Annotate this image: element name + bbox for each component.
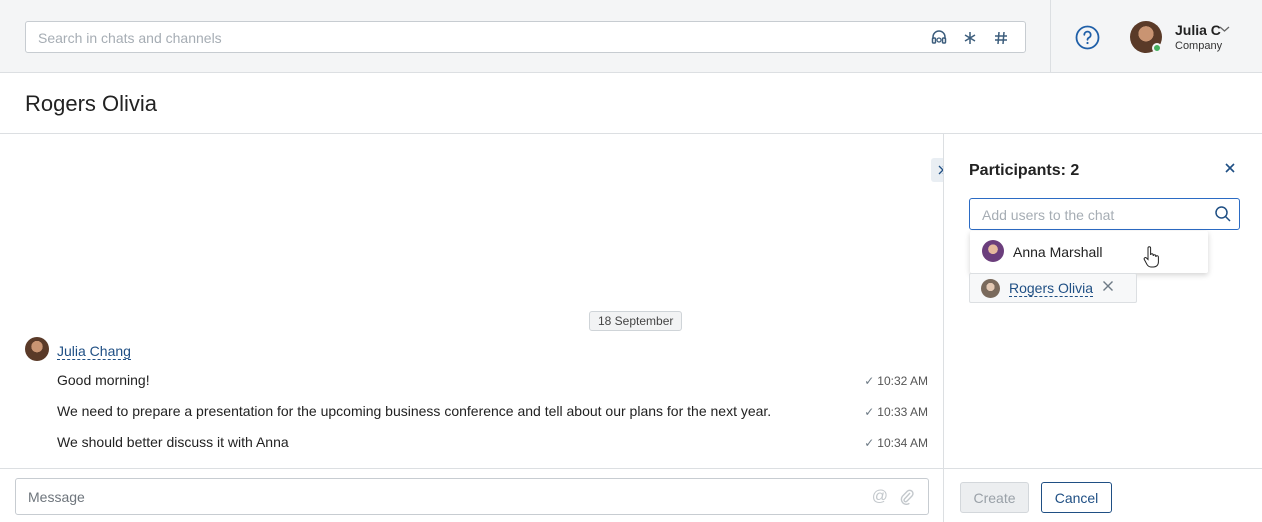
message-time: ✓ 10:32 AM [864, 374, 928, 388]
search-icons [928, 27, 1011, 48]
suggestion-avatar [982, 240, 1004, 262]
date-separator: 18 September [589, 311, 683, 331]
composer-icons: @ [872, 488, 914, 510]
add-users-input[interactable]: Add users to the chat [969, 198, 1240, 230]
message-text: We should better discuss it with Anna [57, 434, 289, 450]
help-icon[interactable] [1075, 25, 1100, 50]
panel-title: Participants: 2 [969, 162, 1080, 179]
user-suggestion-item[interactable]: Anna Marshall [970, 231, 1208, 273]
search-icon[interactable] [1214, 205, 1232, 228]
search-placeholder: Search in chats and channels [38, 30, 222, 46]
close-icon[interactable] [1224, 161, 1236, 179]
message-text: Good morning! [57, 372, 150, 388]
participant-avatar [981, 279, 1000, 298]
message-placeholder: Message [28, 489, 85, 505]
cancel-button[interactable]: Cancel [1041, 482, 1112, 513]
message-time-text: 10:33 AM [877, 405, 928, 419]
message-time: ✓ 10:34 AM [864, 436, 928, 450]
message-input[interactable]: Message @ [15, 478, 929, 515]
check-icon: ✓ [864, 374, 875, 388]
chat-messages: 18 September Julia Chang Good morning! ✓… [0, 134, 943, 468]
suggestion-name: Anna Marshall [1013, 244, 1103, 260]
message-time-text: 10:32 AM [877, 374, 928, 388]
hand-cursor-icon [1143, 246, 1160, 268]
participant-chip: Rogers Olivia [969, 273, 1137, 303]
composer-bar: Message @ [0, 468, 943, 522]
check-icon: ✓ [864, 436, 875, 450]
user-name[interactable]: Julia C [1175, 22, 1221, 38]
hash-icon[interactable] [990, 27, 1011, 48]
author-avatar[interactable] [25, 337, 49, 361]
participant-name-link[interactable]: Rogers Olivia [1009, 281, 1094, 297]
search-input[interactable]: Search in chats and channels [25, 21, 1026, 53]
create-button[interactable]: Create [960, 482, 1029, 513]
remove-participant-icon[interactable] [1102, 279, 1114, 297]
top-bar: Search in chats and channels Julia C Com… [0, 0, 1262, 73]
user-company: Company [1175, 40, 1223, 52]
mention-icon[interactable]: @ [872, 488, 888, 510]
chevron-down-icon[interactable] [1219, 22, 1230, 36]
headset-icon[interactable] [928, 27, 949, 48]
check-icon: ✓ [864, 405, 875, 419]
participants-panel: Participants: 2 Add users to the chat An… [943, 134, 1262, 522]
author-name-link[interactable]: Julia Chang [57, 343, 131, 360]
panel-footer: Create Cancel [944, 468, 1262, 522]
message-time: ✓ 10:33 AM [864, 405, 928, 419]
online-status-dot [1152, 43, 1162, 53]
asterisk-icon[interactable] [959, 27, 980, 48]
message-text: We need to prepare a presentation for th… [57, 403, 772, 419]
add-users-placeholder: Add users to the chat [982, 207, 1115, 223]
paperclip-icon[interactable] [900, 488, 914, 510]
topbar-divider [1050, 0, 1051, 72]
message-time-text: 10:34 AM [877, 436, 928, 450]
title-bar: Rogers Olivia [0, 73, 1262, 134]
page-title: Rogers Olivia [25, 91, 158, 116]
